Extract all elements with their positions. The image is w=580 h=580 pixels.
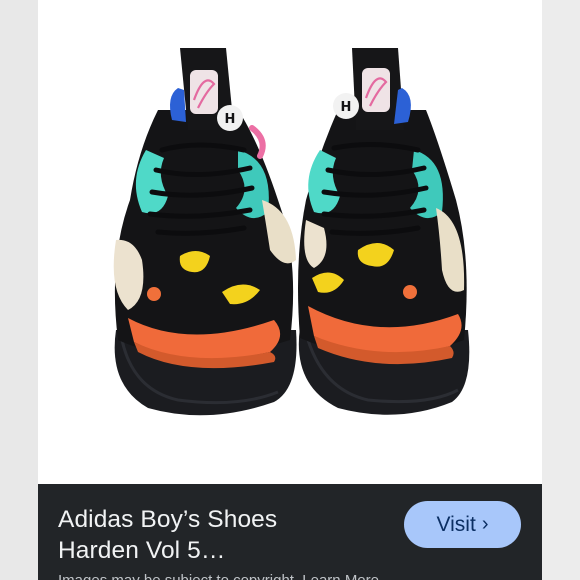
result-card: Adidas Boy’s Shoes Harden Vol 5… Visit ›… — [38, 484, 542, 580]
svg-text:H: H — [225, 112, 236, 127]
right-shoe: H — [298, 48, 470, 415]
copyright-notice: Images may be subject to copyright. Lear… — [58, 570, 538, 580]
visit-button[interactable]: Visit › — [404, 501, 521, 548]
visit-button-label: Visit — [436, 512, 476, 536]
sneaker-pair-illustration: H H — [113, 48, 470, 416]
product-title-line-1: Adidas Boy’s Shoes — [58, 506, 278, 533]
product-image[interactable]: H H — [38, 0, 542, 484]
product-title-line-2: Harden Vol 5… — [58, 537, 226, 564]
svg-text:H: H — [341, 100, 352, 115]
left-margin — [0, 0, 38, 580]
product-title[interactable]: Adidas Boy’s Shoes Harden Vol 5… — [58, 504, 388, 566]
right-margin — [542, 0, 580, 580]
chevron-right-icon: › — [481, 512, 489, 535]
left-shoe: H — [113, 48, 297, 416]
